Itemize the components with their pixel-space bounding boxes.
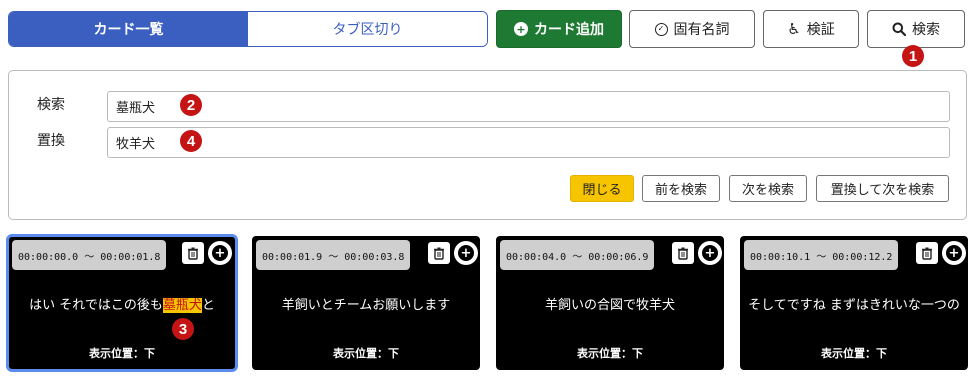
replace-field-label: 置換 xyxy=(37,133,65,149)
search-label: 検索 xyxy=(912,22,940,38)
marker-badge-2: 2 xyxy=(180,94,202,116)
add-card-label: カード追加 xyxy=(534,22,604,38)
add-after-icon[interactable]: + xyxy=(698,241,722,265)
search-input[interactable]: 墓瓶犬 xyxy=(107,91,950,122)
plus-circle-icon: + xyxy=(514,22,528,36)
find-previous-button[interactable]: 前を検索 xyxy=(642,175,720,202)
card-display-position: 表示位置：下 xyxy=(89,347,155,360)
subtitle-text-after: と xyxy=(201,298,215,313)
search-field-label: 検索 xyxy=(37,97,65,113)
card-display-position: 表示位置：下 xyxy=(577,347,643,360)
search-replace-panel: 検索 墓瓶犬 置換 牧羊犬 閉じる 前を検索 次を検索 置換して次を検索 xyxy=(8,70,967,220)
card-timecode: 00:00:04.0 〜 00:00:06.9 xyxy=(500,240,655,270)
add-card-button[interactable]: + カード追加 xyxy=(496,10,622,48)
card-display-position: 表示位置：下 xyxy=(821,347,887,360)
find-next-button[interactable]: 次を検索 xyxy=(729,175,807,202)
subtitle-card[interactable]: 00:00:04.0 〜 00:00:06.9 + 羊飼いの合図で牧羊犬 表示位… xyxy=(496,236,724,370)
card-list-tab[interactable]: カード一覧 xyxy=(9,12,248,46)
search-button[interactable]: 検索 xyxy=(867,10,965,48)
trash-icon[interactable] xyxy=(428,242,450,264)
add-after-icon[interactable]: + xyxy=(454,241,478,265)
card-subtitle-text: はい それではこの後も墓瓶犬と xyxy=(8,294,236,313)
card-timecode: 00:00:01.9 〜 00:00:03.8 xyxy=(256,240,411,270)
accessibility-icon: ♿ xyxy=(787,20,801,38)
search-match-highlight: 墓瓶犬 xyxy=(162,298,202,313)
check-circle-icon: ✓ xyxy=(654,22,668,36)
replace-input[interactable]: 牧羊犬 xyxy=(107,127,950,158)
card-display-position: 表示位置：下 xyxy=(333,347,399,360)
card-subtitle-text: 羊飼いの合図で牧羊犬 xyxy=(544,298,675,313)
subtitle-card[interactable]: 00:00:01.9 〜 00:00:03.8 + 羊飼いとチームお願いします … xyxy=(252,236,480,370)
add-after-icon[interactable]: + xyxy=(942,241,966,265)
tab-separated-tab[interactable]: タブ区切り xyxy=(248,12,487,46)
card-timecode: 00:00:00.0 〜 00:00:01.8 xyxy=(12,240,167,270)
proper-noun-label: 固有名詞 xyxy=(673,22,730,38)
marker-badge-4: 4 xyxy=(180,130,202,152)
verify-button[interactable]: ♿ 検証 xyxy=(763,10,859,48)
subtitle-card[interactable]: 00:00:00.0 〜 00:00:01.8 + はい それではこの後も墓瓶犬… xyxy=(6,234,238,372)
trash-icon[interactable] xyxy=(672,242,694,264)
trash-icon[interactable] xyxy=(182,242,204,264)
search-icon xyxy=(892,22,906,36)
card-subtitle-text: そしてですね まずはきれいな一つの xyxy=(748,298,960,313)
add-after-icon[interactable]: + xyxy=(208,241,232,265)
marker-badge-1: 1 xyxy=(902,45,924,67)
subtitle-card[interactable]: 00:00:10.1 〜 00:00:12.2 + そしてですね まずはきれいな… xyxy=(740,236,968,370)
marker-badge-3: 3 xyxy=(172,318,194,340)
close-button[interactable]: 閉じる xyxy=(570,175,634,202)
verify-label: 検証 xyxy=(806,22,835,38)
card-timecode: 00:00:10.1 〜 00:00:12.2 xyxy=(744,240,899,270)
subtitle-text-before: はい それではこの後も xyxy=(29,298,163,313)
trash-icon[interactable] xyxy=(916,242,938,264)
proper-noun-button[interactable]: ✓ 固有名詞 xyxy=(629,10,755,48)
view-toggle: カード一覧 タブ区切り xyxy=(8,11,488,47)
card-subtitle-text: 羊飼いとチームお願いします xyxy=(281,298,451,313)
replace-and-find-next-button[interactable]: 置換して次を検索 xyxy=(816,175,949,202)
